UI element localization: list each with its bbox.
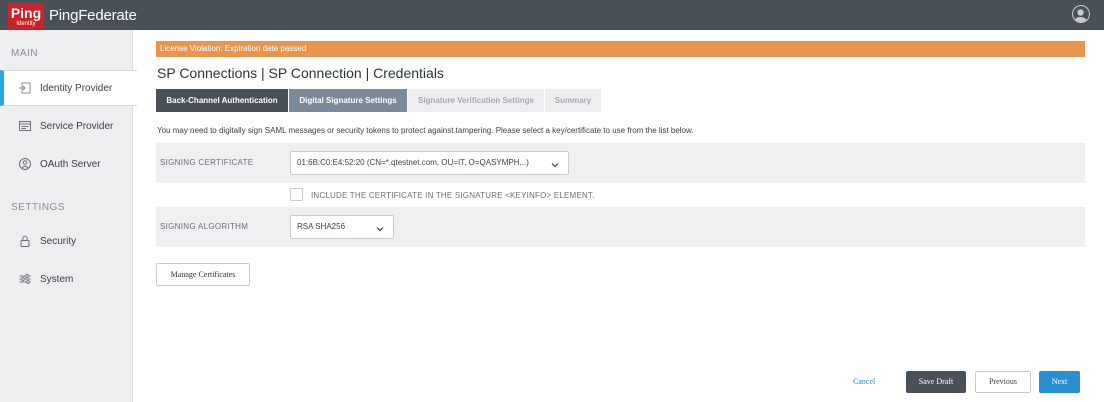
wizard-tabs: Back-Channel Authentication Digital Sign… xyxy=(156,89,602,112)
sidebar-item-label: OAuth Server xyxy=(40,158,101,170)
tab-digital-signature-settings[interactable]: Digital Signature Settings xyxy=(289,89,407,112)
license-alert-banner: License Violation: Expiration date passe… xyxy=(156,41,1085,57)
include-certificate-checkbox[interactable] xyxy=(290,188,303,201)
signing-algorithm-label: SIGNING ALGORITHM xyxy=(160,222,249,231)
signing-certificate-label: SIGNING CERTIFICATE xyxy=(160,158,254,167)
sliders-icon xyxy=(18,272,32,286)
sidebar-item-label: System xyxy=(40,273,74,285)
sidebar: MAIN Identity Provider Service Provider xyxy=(0,30,137,402)
manage-certificates-button[interactable]: Manage Certificates xyxy=(156,263,250,286)
sidebar-item-service-provider[interactable]: Service Provider xyxy=(0,108,133,144)
chevron-down-icon xyxy=(375,221,385,232)
top-bar: Ping Identity PingFederate xyxy=(0,0,1104,30)
ping-logo[interactable]: Ping Identity xyxy=(8,3,44,29)
chevron-down-icon xyxy=(550,157,560,168)
tab-back-channel-authentication[interactable]: Back-Channel Authentication xyxy=(156,89,288,112)
signing-certificate-row: SIGNING CERTIFICATE 01:6B:C0:E4:52:20 (C… xyxy=(156,143,1085,183)
sidebar-item-label: Service Provider xyxy=(40,120,114,132)
product-name: PingFederate xyxy=(49,7,137,24)
lock-icon xyxy=(18,234,32,248)
cancel-button[interactable]: Cancel xyxy=(853,377,875,386)
tab-summary[interactable]: Summary xyxy=(545,89,601,112)
sidebar-item-system[interactable]: System xyxy=(0,261,133,297)
sidebar-item-oauth-server[interactable]: OAuth Server xyxy=(0,146,133,182)
page-title: SP Connections | SP Connection | Credent… xyxy=(157,65,444,81)
previous-button[interactable]: Previous xyxy=(975,371,1031,393)
sidebar-item-label: Security xyxy=(40,235,77,247)
signing-algorithm-value: RSA SHA256 xyxy=(297,222,346,231)
save-draft-button[interactable]: Save Draft xyxy=(906,371,966,393)
next-button[interactable]: Next xyxy=(1039,371,1080,393)
sidebar-item-security[interactable]: Security xyxy=(0,223,133,259)
logo-subtext: Identity xyxy=(16,21,36,27)
sidebar-heading-settings: SETTINGS xyxy=(11,202,66,213)
identity-provider-icon xyxy=(18,81,32,95)
signing-certificate-value: 01:6B:C0:E4:52:20 (CN=*.qtestnet.com, OU… xyxy=(297,158,529,167)
sidebar-heading-main: MAIN xyxy=(11,48,38,59)
signing-algorithm-select[interactable]: RSA SHA256 xyxy=(290,215,394,239)
signing-certificate-select[interactable]: 01:6B:C0:E4:52:20 (CN=*.qtestnet.com, OU… xyxy=(290,151,569,175)
include-certificate-label: INCLUDE THE CERTIFICATE IN THE SIGNATURE… xyxy=(311,191,595,200)
user-avatar-icon[interactable] xyxy=(1072,5,1090,23)
service-provider-icon xyxy=(18,119,32,133)
intro-text: You may need to digitally sign SAML mess… xyxy=(157,126,694,135)
oauth-server-icon xyxy=(18,157,32,171)
tab-signature-verification-settings[interactable]: Signature Verification Settings xyxy=(408,89,544,112)
logo-text: Ping xyxy=(10,5,42,21)
sidebar-item-label: Identity Provider xyxy=(40,82,113,94)
sidebar-item-identity-provider[interactable]: Identity Provider xyxy=(0,70,137,106)
signing-algorithm-row: SIGNING ALGORITHM RSA SHA256 xyxy=(156,207,1085,247)
